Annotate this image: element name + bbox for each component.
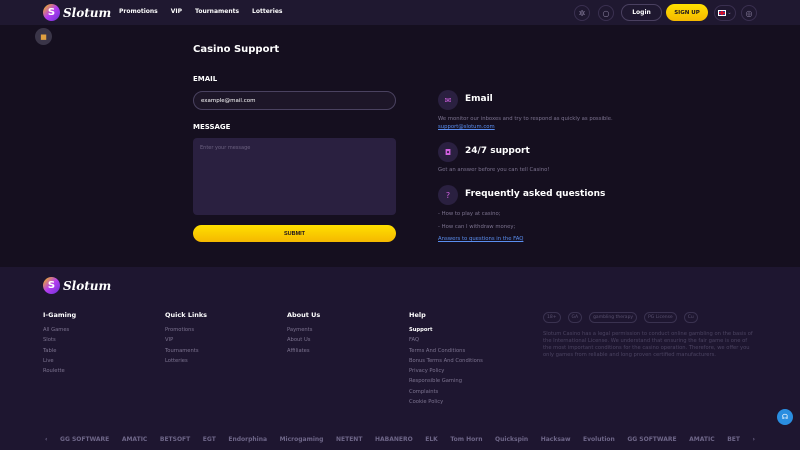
footer-link[interactable]: Roulette [43,366,76,376]
footer-logo[interactable]: S Slotum [43,277,111,294]
footer-link[interactable]: Live [43,356,76,366]
footer-link[interactable]: VIP [165,335,207,345]
footer-link[interactable]: Promotions [165,325,207,335]
chevron-down-icon: ⌄ [727,10,732,16]
provider-logo[interactable]: Endorphina [228,436,267,443]
providers-carousel: ‹ GG SOFTWARE AMATIC BETSOFT EGT Endorph… [45,436,755,443]
logo-icon: S [43,277,60,294]
nav-tournaments[interactable]: Tournaments [195,8,239,15]
footer-column-igaming: I-Gaming All Games Slots Table Live Roul… [43,311,76,376]
email-label: EMAIL [193,75,218,83]
email-text: We monitor our inboxes and try to respon… [438,116,613,122]
footer-link[interactable]: Payments [287,325,320,335]
support-email-link[interactable]: support@slotum.com [438,124,495,130]
language-selector[interactable]: ⌄ [714,5,736,21]
faq-link[interactable]: Answers to questions in the FAQ [438,236,523,242]
login-button[interactable]: Login [621,4,662,21]
provider-logo[interactable]: ELK [425,436,438,443]
logo[interactable]: S Slotum [43,4,111,21]
header: S Slotum Promotions VIP Tournaments Lotte… [0,0,800,25]
column-title: I-Gaming [43,311,77,319]
license-badge: GA [567,312,583,323]
carousel-prev-button[interactable]: ‹ [45,436,47,443]
spin-wheel-icon[interactable]: ✲ [574,5,590,21]
age-18-badge: 18+ [543,312,561,323]
carousel-next-button[interactable]: › [753,436,755,443]
chat-icon[interactable]: ◎ [741,5,757,21]
brand-name: Slotum [63,5,112,20]
support-icon: ◘ [438,142,458,162]
gift-icon[interactable]: ■ [35,28,52,45]
logo-icon: S [43,4,60,21]
email-title: Email [465,94,493,104]
provider-logo[interactable]: AMATIC [689,436,715,443]
provider-logo[interactable]: GG SOFTWARE [60,436,109,443]
support-title: 24/7 support [465,146,530,156]
provider-logo[interactable]: Quickspin [495,436,528,443]
provider-logo[interactable]: BETSOFT [160,436,190,443]
message-label: MESSAGE [193,123,231,131]
footer-link[interactable]: FAQ [409,335,483,345]
curacao-license-logo[interactable]: Cu [683,312,698,323]
footer-link[interactable]: Cookie Policy [409,397,483,407]
pg-license-logo: PG License [644,312,677,323]
provider-logo[interactable]: Evolution [583,436,615,443]
submit-button[interactable]: SUBMIT [193,225,396,242]
nav-lotteries[interactable]: Lotteries [252,8,282,15]
footer-column-help: Help Support FAQ Terms And Conditions Bo… [409,311,483,407]
message-field[interactable] [193,138,396,215]
provider-logo[interactable]: BET [727,436,740,443]
footer-link[interactable]: Slots [43,335,76,345]
nav-promotions[interactable]: Promotions [119,8,158,15]
legal-text: Slotum Casino has a legal permission to … [543,331,753,358]
footer-link[interactable]: Affiliates [287,346,320,356]
provider-logo[interactable]: Microgaming [280,436,324,443]
license-logos: 18+ GA gambling therapy PG License Cu [543,312,698,323]
live-chat-headset-icon[interactable]: ☊ [777,409,793,425]
main-nav: Promotions VIP Tournaments Lotteries [119,8,282,15]
envelope-icon: ✉ [438,90,458,110]
footer-link[interactable]: Bonus Terms And Conditions [409,356,483,366]
footer-link[interactable]: Complaints [409,387,483,397]
provider-logo[interactable]: Tom Horn [450,436,482,443]
search-icon[interactable]: ○ [598,5,614,21]
faq-title: Frequently asked questions [465,189,606,199]
column-title: Quick Links [165,311,208,319]
page-title: Casino Support [193,44,280,55]
footer-column-quick-links: Quick Links Promotions VIP Tournaments L… [165,311,207,366]
footer-link[interactable]: Privacy Policy [409,366,483,376]
faq-item: - How can I withdraw money; [438,224,516,230]
footer-link[interactable]: All Games [43,325,76,335]
footer-column-about: About Us Payments About Us Affiliates [287,311,320,356]
footer-link[interactable]: About Us [287,335,320,345]
footer-link[interactable]: Lotteries [165,356,207,366]
email-field[interactable] [193,91,396,110]
provider-logo[interactable]: Hacksaw [541,436,571,443]
footer-link[interactable]: Support [409,325,483,335]
column-title: About Us [287,311,321,319]
column-title: Help [409,311,426,319]
nav-vip[interactable]: VIP [171,8,182,15]
footer-link[interactable]: Terms And Conditions [409,346,483,356]
provider-logo[interactable]: EGT [203,436,216,443]
gambling-therapy-logo[interactable]: gambling therapy [589,312,638,323]
support-text: Get an answer before you can tell Casino… [438,167,550,173]
signup-button[interactable]: SIGN UP [666,4,708,21]
provider-logo[interactable]: HABANERO [375,436,413,443]
faq-item: - How to play at casino; [438,211,501,217]
question-icon: ? [438,185,458,205]
provider-logo[interactable]: NETENT [336,436,362,443]
footer-link[interactable]: Table [43,346,76,356]
brand-name: Slotum [63,278,112,293]
footer-link[interactable]: Responsible Gaming [409,376,483,386]
uk-flag-icon [718,10,727,16]
footer-link[interactable]: Tournaments [165,346,207,356]
provider-logo[interactable]: AMATIC [122,436,148,443]
provider-logo[interactable]: GG SOFTWARE [627,436,676,443]
